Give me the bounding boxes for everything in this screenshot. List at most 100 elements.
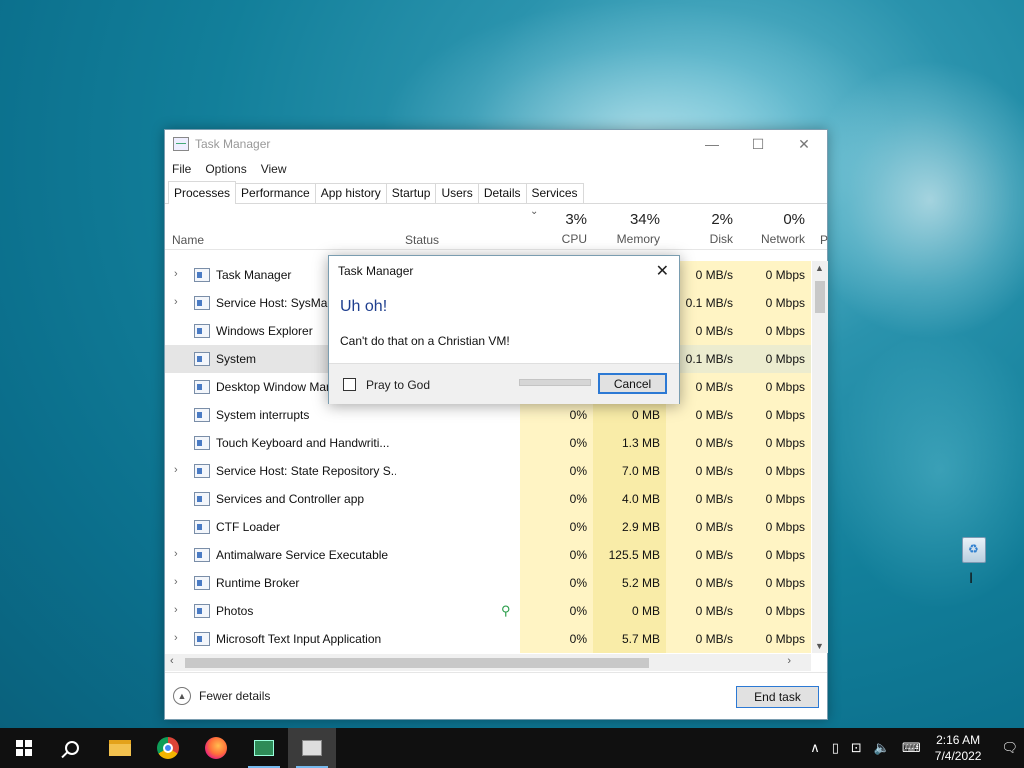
search-button[interactable]	[48, 728, 96, 768]
memory-cell: 0 MB	[593, 597, 666, 625]
minimize-button[interactable]: —	[689, 130, 735, 158]
clock-date: 7/4/2022	[934, 749, 982, 763]
table-row[interactable]: Services and Controller app 0% 4.0 MB 0 …	[165, 485, 811, 513]
table-row[interactable]: › Photos ⚲ 0% 0 MB 0 MB/s 0 Mbps	[165, 597, 811, 625]
start-button[interactable]	[0, 728, 48, 768]
tab-details[interactable]: Details	[477, 183, 527, 203]
tab-startup[interactable]: Startup	[385, 183, 437, 203]
firefox-button[interactable]	[192, 728, 240, 768]
table-row[interactable]: › Service Host: State Repository S... 0%…	[165, 457, 811, 485]
chrome-icon	[157, 737, 179, 759]
disk-cell: 0 MB/s	[666, 401, 739, 429]
disk-cell: 0 MB/s	[666, 597, 739, 625]
close-button[interactable]: ✕	[781, 130, 827, 158]
expand-chevron-icon[interactable]: ›	[174, 576, 178, 588]
expand-chevron-icon[interactable]: ›	[174, 268, 178, 280]
column-power[interactable]: P	[820, 233, 828, 247]
horizontal-scrollbar[interactable]: ‹ ›	[165, 654, 811, 671]
clock[interactable]: 2:16 AM 7/4/2022	[935, 732, 982, 764]
window-controls: — ☐ ✕	[689, 130, 827, 158]
application-icon	[194, 576, 210, 590]
network-cell: 0 Mbps	[739, 457, 811, 485]
table-row[interactable]: Touch Keyboard and Handwriti... 0% 1.3 M…	[165, 429, 811, 457]
keyboard-icon[interactable]: ⌨	[902, 741, 921, 756]
scroll-left-icon[interactable]: ‹	[170, 655, 174, 667]
chrome-button[interactable]	[144, 728, 192, 768]
network-cell: 0 Mbps	[739, 345, 811, 373]
network-cell: 0 Mbps	[739, 429, 811, 457]
tablet-icon[interactable]: ▯	[832, 741, 839, 756]
network-total: 0%	[783, 211, 805, 228]
table-row[interactable]: System interrupts 0% 0 MB 0 MB/s 0 Mbps	[165, 401, 811, 429]
menu-file[interactable]: File	[172, 162, 191, 176]
column-cpu[interactable]: CPU	[520, 232, 587, 246]
expand-chevron-icon[interactable]: ›	[174, 548, 178, 560]
keyboard-icon	[194, 436, 210, 450]
application-icon	[194, 492, 210, 506]
file-explorer-button[interactable]	[96, 728, 144, 768]
network-icon[interactable]: ⊡	[851, 741, 862, 756]
fewer-details-button[interactable]: ▲ Fewer details	[173, 687, 270, 705]
gear-icon	[194, 464, 210, 478]
scroll-up-icon[interactable]: ▲	[815, 263, 824, 273]
end-task-button[interactable]: End task	[736, 686, 819, 708]
application-icon	[254, 740, 274, 756]
process-name: Touch Keyboard and Handwriti...	[216, 436, 390, 450]
disk-cell: 0 MB/s	[666, 625, 739, 653]
column-disk[interactable]: Disk	[666, 232, 733, 246]
maximize-button[interactable]: ☐	[735, 130, 781, 158]
menu-options[interactable]: Options	[205, 162, 246, 176]
chevron-up-icon[interactable]: ∧	[810, 741, 820, 756]
tab-processes[interactable]: Processes	[168, 181, 237, 204]
table-row[interactable]: CTF Loader 0% 2.9 MB 0 MB/s 0 Mbps	[165, 513, 811, 541]
application-icon	[194, 352, 210, 366]
app-button[interactable]	[240, 728, 288, 768]
scroll-thumb[interactable]	[185, 658, 649, 668]
expand-chevron-icon[interactable]: ›	[174, 632, 178, 644]
cpu-cell: 0%	[520, 569, 593, 597]
checkbox-label[interactable]: Pray to God	[366, 378, 430, 392]
menu-view[interactable]: View	[261, 162, 287, 176]
column-memory[interactable]: Memory	[593, 232, 660, 246]
memory-cell: 0 MB	[593, 401, 666, 429]
pen-icon	[194, 520, 210, 534]
recycle-bin-glyph	[962, 537, 986, 563]
tab-users[interactable]: Users	[435, 183, 479, 203]
network-cell: 0 Mbps	[739, 261, 811, 289]
column-name[interactable]: Name	[172, 233, 204, 247]
efficiency-leaf-icon: ⚲	[501, 603, 511, 618]
cpu-cell: 0%	[520, 541, 593, 569]
expand-chevron-icon[interactable]: ›	[174, 296, 178, 308]
memory-cell: 1.3 MB	[593, 429, 666, 457]
cancel-button[interactable]: Cancel	[598, 373, 667, 394]
scroll-down-icon[interactable]: ▼	[815, 641, 824, 651]
table-row[interactable]: › Microsoft Text Input Application 0% 5.…	[165, 625, 811, 653]
column-network[interactable]: Network	[739, 232, 805, 246]
notification-icon[interactable]: 🗨	[1001, 741, 1018, 756]
task-manager-taskbar-button[interactable]	[288, 728, 336, 768]
close-icon[interactable]: ✕	[656, 261, 669, 281]
table-row[interactable]: › Runtime Broker 0% 5.2 MB 0 MB/s 0 Mbps	[165, 569, 811, 597]
recycle-bin-icon[interactable]	[960, 537, 988, 567]
vertical-scrollbar[interactable]: ▲ ▼	[812, 261, 828, 653]
expand-chevron-icon[interactable]: ›	[174, 464, 178, 476]
table-row[interactable]: › Antimalware Service Executable 0% 125.…	[165, 541, 811, 569]
expand-chevron-icon[interactable]: ›	[174, 604, 178, 616]
process-name: Services and Controller app	[216, 492, 365, 506]
pray-checkbox[interactable]	[343, 378, 356, 391]
tab-services[interactable]: Services	[525, 183, 584, 203]
wallpaper-highlight	[830, 330, 1024, 610]
network-cell: 0 Mbps	[739, 401, 811, 429]
tab-strip: Processes Performance App history Startu…	[165, 180, 827, 204]
column-status[interactable]: Status	[405, 233, 439, 247]
network-cell: 0 Mbps	[739, 317, 811, 345]
title-bar[interactable]: Task Manager — ☐ ✕	[165, 130, 827, 158]
scroll-thumb[interactable]	[815, 281, 825, 313]
cpu-cell: 0%	[520, 625, 593, 653]
tab-app-history[interactable]: App history	[314, 183, 387, 203]
scroll-right-icon[interactable]: ›	[787, 655, 791, 667]
tab-performance[interactable]: Performance	[235, 183, 316, 203]
network-cell: 0 Mbps	[739, 597, 811, 625]
volume-icon[interactable]: 🔈	[874, 741, 890, 756]
process-name: System interrupts	[216, 408, 310, 422]
